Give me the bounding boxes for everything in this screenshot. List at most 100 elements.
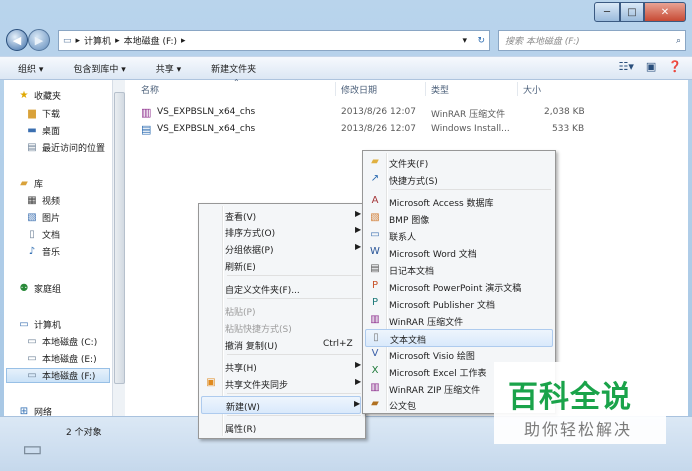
new-visio-item[interactable]: V Microsoft Visio 绘图 (365, 346, 553, 362)
network-icon: ⊞ (19, 406, 29, 416)
nav-homegroup[interactable]: ⚉ 家庭组 (18, 281, 62, 296)
file-size: 533 KB (552, 124, 585, 134)
nav-drive-e[interactable]: ▭ 本地磁盘 (E:) (26, 351, 97, 366)
nav-label: 本地磁盘 (E:) (42, 355, 97, 365)
menu-item-group[interactable]: 分组依据(P) ▶ (201, 240, 363, 256)
menu-item-sync[interactable]: ▣ 共享文件夹同步 ▶ (201, 375, 363, 391)
menu-item-view[interactable]: 查看(V) ▶ (201, 207, 363, 223)
nav-label: 文档 (42, 231, 61, 241)
view-options-icon[interactable]: ☷▾ (619, 60, 634, 73)
nav-label: 音乐 (42, 248, 61, 258)
nav-documents[interactable]: ▯ 文档 (26, 227, 60, 242)
new-access-item[interactable]: A Microsoft Access 数据库 (365, 193, 553, 209)
column-header-size[interactable]: 大小 (523, 83, 541, 97)
nav-libraries[interactable]: ▰ 库 (18, 176, 43, 191)
search-input[interactable]: 搜索 本地磁盘 (F:) (505, 34, 580, 47)
menu-item-properties[interactable]: 属性(R) (201, 419, 363, 435)
watermark-subtitle: 助你轻松解决 (524, 420, 633, 439)
menu-label: BMP 图像 (389, 216, 430, 226)
nav-drive-c[interactable]: ▭ 本地磁盘 (C:) (26, 334, 97, 349)
include-library-button[interactable]: 包含到库中 ▾ (69, 60, 129, 77)
new-word-item[interactable]: W Microsoft Word 文档 (365, 244, 553, 260)
menu-label: 分组依据(P) (225, 246, 274, 256)
nav-recent[interactable]: ▤ 最近访问的位置 (26, 140, 105, 155)
back-button[interactable]: ◀ (6, 29, 28, 51)
download-folder-icon: ▆ (28, 108, 36, 119)
address-row: ◀ ▶ ▭ ▸ 计算机 ▸ 本地磁盘 (F:) ▸ ▾ ↻ 搜索 本地磁盘 (F… (0, 28, 692, 54)
maximize-button[interactable]: □ (620, 2, 644, 22)
new-contact-item[interactable]: ▭ 联系人 (365, 227, 553, 243)
menu-label: Microsoft Access 数据库 (389, 199, 494, 209)
menu-item-new[interactable]: 新建(W) ▶ (201, 396, 361, 414)
new-powerpoint-item[interactable]: P Microsoft PowerPoint 演示文稿 (365, 278, 553, 294)
command-bar: 组织 ▾ 包含到库中 ▾ 共享 ▾ 新建文件夹 ☷▾ ▣ ❓ (0, 56, 692, 80)
nav-scrollbar[interactable] (112, 80, 125, 416)
help-icon[interactable]: ❓ (668, 60, 682, 73)
menu-item-undo[interactable]: 撤消 复制(U) Ctrl+Z (201, 336, 363, 352)
menu-shortcut: Ctrl+Z (323, 339, 353, 349)
column-header-type[interactable]: 类型 (431, 83, 449, 97)
nav-desktop[interactable]: ▬ 桌面 (26, 123, 60, 138)
address-bar[interactable]: ▭ ▸ 计算机 ▸ 本地磁盘 (F:) ▸ ▾ ↻ (58, 30, 490, 51)
menu-item-refresh[interactable]: 刷新(E) (201, 257, 363, 273)
nav-downloads[interactable]: ▆ 下载 (26, 106, 60, 121)
new-winrar-item[interactable]: ▥ WinRAR 压缩文件 (365, 312, 553, 328)
menu-item-sort[interactable]: 排序方式(O) ▶ (201, 223, 363, 239)
minimize-button[interactable]: ─ (594, 2, 620, 22)
nav-scrollbar-thumb[interactable] (114, 92, 125, 384)
close-button[interactable]: ✕ (644, 2, 686, 22)
column-divider[interactable] (517, 82, 518, 96)
new-bmp-item[interactable]: ▧ BMP 图像 (365, 210, 553, 226)
search-icon[interactable]: ⌕ (676, 36, 681, 46)
address-dropdown-icon[interactable]: ▾ (462, 36, 467, 46)
new-shortcut-item[interactable]: ↗ 快捷方式(S) (365, 171, 553, 187)
video-icon: ▦ (27, 195, 37, 206)
share-button[interactable]: 共享 ▾ (152, 60, 185, 77)
drive-icon: ▭ (27, 353, 37, 364)
column-divider[interactable] (335, 82, 336, 96)
breadcrumb-drive-f[interactable]: 本地磁盘 (F:) (124, 34, 177, 47)
installer-icon: ▤ (141, 123, 152, 136)
menu-item-customize[interactable]: 自定义文件夹(F)... (201, 280, 363, 296)
nav-drive-f[interactable]: ▭ 本地磁盘 (F:) (6, 368, 110, 383)
new-publisher-item[interactable]: P Microsoft Publisher 文档 (365, 295, 553, 311)
refresh-icon[interactable]: ↻ (477, 36, 485, 46)
menu-label: 属性(R) (225, 425, 257, 435)
file-row[interactable]: ▤ VS_EXPBSLN_x64_chs 2013/8/26 12:07 Win… (139, 122, 589, 138)
column-header-name[interactable]: 名称 (141, 83, 159, 97)
navigation-pane: ★ 收藏夹 ▆ 下载 ▬ 桌面 ▤ 最近访问的位置 ▰ 库 ▦ 视频 ▧ 图片 ▯ 文档 ♪ 音乐… (4, 80, 112, 416)
nav-computer[interactable]: ▭ 计算机 (18, 317, 61, 332)
new-folder-button[interactable]: 新建文件夹 (207, 60, 260, 77)
file-row[interactable]: ▥ VS_EXPBSLN_x64_chs 2013/8/26 12:07 Win… (139, 105, 589, 121)
sort-indicator-icon: ⌃ (233, 78, 240, 87)
menu-label: 自定义文件夹(F)... (225, 286, 300, 296)
arrow-right-icon: ▶ (34, 33, 44, 47)
menu-item-share[interactable]: 共享(H) ▶ (201, 358, 363, 374)
nav-network[interactable]: ⊞ 网络 (18, 404, 52, 416)
menu-label: 日记本文档 (389, 267, 435, 277)
menu-item-paste-shortcut: 粘贴快捷方式(S) (201, 319, 363, 335)
drive-large-icon: ▭ (22, 437, 43, 462)
recent-places-icon: ▤ (27, 142, 37, 153)
new-folder-item[interactable]: ▰ 文件夹(F) (365, 154, 553, 170)
forward-button[interactable]: ▶ (28, 29, 50, 51)
new-journal-item[interactable]: ▤ 日记本文档 (365, 261, 553, 277)
nav-videos[interactable]: ▦ 视频 (26, 193, 60, 208)
column-divider[interactable] (425, 82, 426, 96)
nav-label: 收藏夹 (34, 92, 62, 102)
menu-label: 粘贴快捷方式(S) (225, 325, 292, 335)
menu-label: 排序方式(O) (225, 229, 276, 239)
nav-music[interactable]: ♪ 音乐 (26, 244, 60, 259)
organize-button[interactable]: 组织 ▾ (14, 60, 47, 77)
breadcrumb-computer[interactable]: 计算机 (84, 34, 111, 47)
menu-label: 新建(W) (226, 403, 260, 413)
nav-pictures[interactable]: ▧ 图片 (26, 210, 60, 225)
nav-favorites[interactable]: ★ 收藏夹 (18, 88, 62, 103)
breadcrumb-separator-icon: ▸ (181, 35, 186, 46)
new-text-document-item[interactable]: ▯ 文本文档 (365, 329, 553, 347)
preview-pane-icon[interactable]: ▣ (646, 60, 656, 73)
arrow-left-icon: ◀ (12, 33, 22, 47)
watermark: 百科全说 助你轻松解决 (494, 362, 666, 444)
column-header-date[interactable]: 修改日期 (341, 83, 377, 97)
search-box[interactable]: 搜索 本地磁盘 (F:) ⌕ (498, 30, 686, 51)
